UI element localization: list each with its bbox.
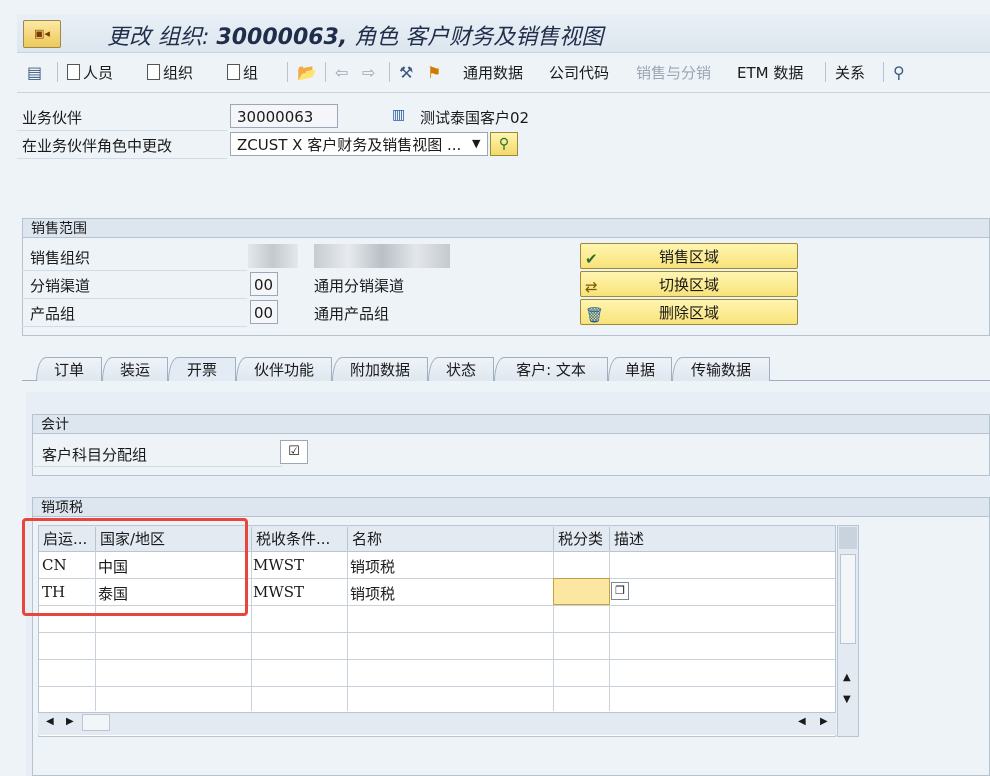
h-scroll-thumb[interactable]: [82, 714, 110, 731]
back-arrow-icon[interactable]: ⇦: [335, 63, 348, 82]
table-settings-icon[interactable]: [839, 527, 857, 549]
sales-area-header: 销售范围: [22, 218, 990, 238]
scroll-left-icon[interactable]: ◀: [46, 716, 54, 727]
sales-org-field[interactable]: [248, 244, 298, 268]
tab-status[interactable]: 状态: [428, 357, 494, 381]
application-toolbar: ▤ 人员 组织 组 📂 ⇦ ⇨ ⚒ ⚑ 通用数据 公司代码 销售与分销 ETM …: [17, 54, 990, 93]
switch-icon: ⇄: [585, 278, 598, 296]
open-folder-icon[interactable]: 📂: [297, 63, 317, 82]
document-icon: [227, 64, 240, 80]
value-help-icon[interactable]: ❐: [611, 582, 629, 600]
switch-role-icon[interactable]: ⚲: [490, 132, 518, 156]
bp-number-field[interactable]: 30000063: [230, 104, 338, 128]
col-description[interactable]: 描述: [610, 527, 816, 551]
channel-label: 分销渠道: [30, 277, 91, 295]
col-tax-class[interactable]: 税分类: [554, 527, 610, 551]
scroll-right-icon[interactable]: ▶: [66, 716, 74, 727]
general-data-button[interactable]: 通用数据: [463, 62, 523, 83]
tab-additional-data[interactable]: 附加数据: [332, 357, 428, 381]
row1-name: 销项税: [350, 558, 396, 576]
accounting-header: 会计: [32, 414, 990, 434]
forward-arrow-icon[interactable]: ⇨: [362, 63, 375, 82]
tab-customer-texts[interactable]: 客户: 文本: [494, 357, 608, 381]
organization-icon: ▥: [392, 107, 406, 123]
list-icon[interactable]: ▤: [27, 63, 42, 82]
sales-area-button[interactable]: ✔ 销售区域: [580, 243, 798, 269]
sales-distribution-button[interactable]: 销售与分销: [636, 62, 711, 83]
title-bar: ▣◂ 更改 组织: 30000063, 角色 客户财务及销售视图: [17, 14, 990, 53]
row2-name: 销项税: [350, 585, 396, 603]
highlight-box: [22, 518, 248, 616]
switch-area-button[interactable]: ⇄ 切换区域: [580, 271, 798, 297]
row1-condition: MWST: [253, 556, 305, 574]
scroll-right-end-icon[interactable]: ▶: [820, 716, 828, 727]
row2-condition: MWST: [253, 583, 305, 601]
window-title: 更改 组织: 30000063, 角色 客户财务及销售视图: [107, 25, 604, 50]
magic-wand-icon[interactable]: ⚒: [399, 63, 413, 82]
horizontal-scrollbar[interactable]: [38, 712, 836, 735]
scroll-down-icon[interactable]: ▼: [843, 694, 851, 705]
sales-org-description: [314, 244, 450, 268]
document-icon: [67, 64, 80, 80]
etm-data-button[interactable]: ETM 数据: [737, 62, 803, 83]
sales-area-group: [22, 238, 990, 336]
tab-orders[interactable]: 订单: [36, 357, 102, 381]
dropdown-arrow-icon[interactable]: ▼: [472, 137, 480, 150]
person-detail-icon[interactable]: ⚲: [893, 63, 905, 82]
channel-field[interactable]: 00: [250, 272, 278, 296]
division-label: 产品组: [30, 305, 76, 323]
scroll-up-icon[interactable]: ▲: [843, 672, 851, 683]
division-description: 通用产品组: [314, 305, 390, 323]
hierarchy-icon[interactable]: ⚑: [427, 63, 441, 82]
output-tax-header: 销项税: [32, 497, 990, 517]
channel-description: 通用分销渠道: [314, 277, 405, 295]
transaction-icon[interactable]: ▣◂: [23, 20, 61, 48]
acct-group-checkbox[interactable]: ☑: [280, 440, 308, 464]
col-name[interactable]: 名称: [348, 527, 554, 551]
relations-button[interactable]: 关系: [835, 62, 865, 83]
role-dropdown-value: ZCUST X 客户财务及销售视图 ...: [237, 136, 462, 154]
bp-label: 业务伙伴: [22, 109, 83, 127]
scrollbar-thumb[interactable]: [840, 554, 856, 644]
tab-shipping[interactable]: 装运: [102, 357, 168, 381]
organization-button[interactable]: 组织: [147, 62, 193, 83]
scroll-left-end-icon[interactable]: ◀: [798, 716, 806, 727]
delete-area-button[interactable]: 🗑 删除区域: [580, 299, 798, 325]
division-field[interactable]: 00: [250, 300, 278, 324]
tab-documents[interactable]: 单据: [608, 357, 672, 381]
check-folder-icon: ✔: [585, 250, 598, 268]
person-button[interactable]: 人员: [67, 62, 113, 83]
trash-icon: 🗑: [585, 306, 605, 324]
sales-org-label: 销售组织: [30, 249, 91, 267]
role-label: 在业务伙伴角色中更改: [22, 137, 173, 155]
row1-tax-class-input[interactable]: [555, 552, 608, 577]
group-button[interactable]: 组: [227, 62, 258, 83]
acct-group-label: 客户科目分配组: [42, 446, 148, 464]
bp-description: 测试泰国客户02: [420, 109, 530, 127]
role-dropdown[interactable]: ZCUST X 客户财务及销售视图 ...: [230, 132, 488, 156]
tab-partner-functions[interactable]: 伙伴功能: [236, 357, 332, 381]
document-icon: [147, 64, 160, 80]
company-code-button[interactable]: 公司代码: [549, 62, 609, 83]
tab-billing[interactable]: 开票: [168, 357, 236, 381]
row2-tax-class-input[interactable]: [553, 578, 610, 605]
col-tax-condition[interactable]: 税收条件...: [252, 527, 348, 551]
accounting-group: [32, 434, 990, 476]
tab-transfer-data[interactable]: 传输数据: [672, 357, 770, 381]
